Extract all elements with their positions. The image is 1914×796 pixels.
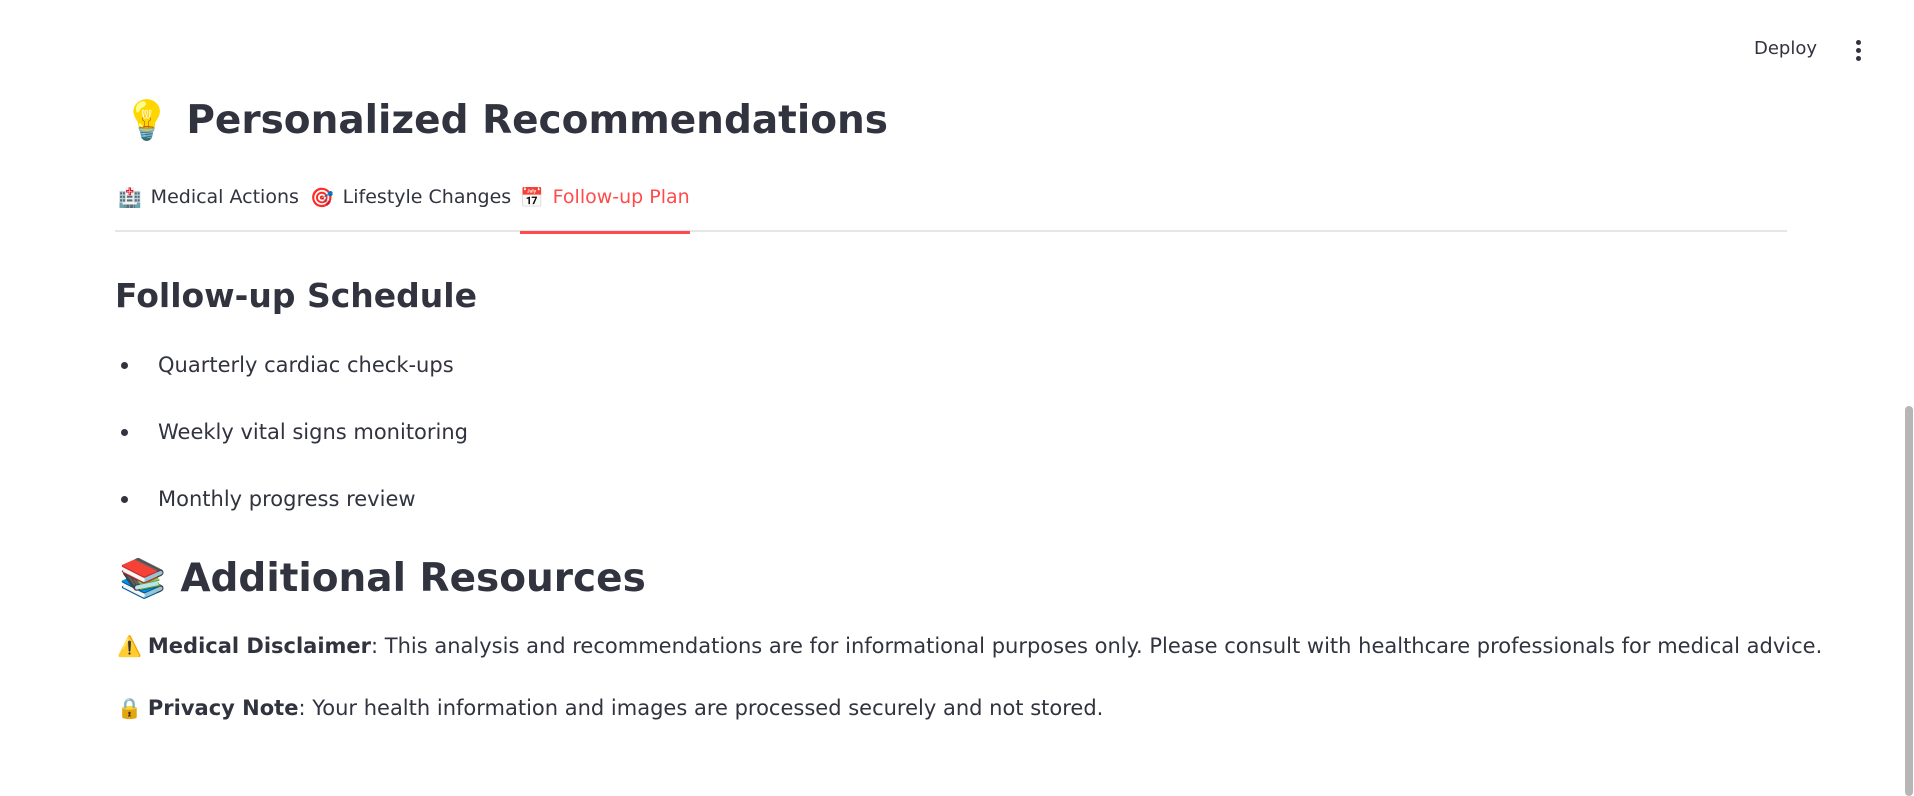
deploy-button[interactable]: Deploy: [1754, 38, 1817, 59]
privacy-label: Privacy Note: [147, 696, 299, 720]
tab-label: Medical Actions: [150, 186, 299, 208]
lock-icon: 🔒: [117, 696, 142, 720]
follow-up-list: Quarterly cardiac check-ups Weekly vital…: [115, 350, 468, 551]
list-item: Weekly vital signs monitoring: [115, 417, 468, 484]
tab-bar: 🏥 Medical Actions 🎯 Lifestyle Changes 📅 …: [115, 178, 1787, 234]
page-title-text: Personalized Recommendations: [186, 98, 888, 143]
privacy-note: 🔒 Privacy Note: Your health information a…: [117, 696, 1103, 720]
tab-medical-actions[interactable]: 🏥 Medical Actions: [118, 186, 299, 232]
list-item: Quarterly cardiac check-ups: [115, 350, 468, 417]
follow-up-schedule-heading: Follow-up Schedule: [115, 276, 477, 315]
disclaimer-label: Medical Disclaimer: [147, 634, 372, 658]
medical-disclaimer: ⚠️ Medical Disclaimer: This analysis and …: [117, 634, 1822, 658]
hospital-icon: 🏥: [118, 187, 142, 209]
warning-icon: ⚠️: [117, 634, 142, 658]
tab-lifestyle-changes[interactable]: 🎯 Lifestyle Changes: [310, 186, 511, 232]
light-bulb-icon: 💡: [123, 98, 171, 142]
books-icon: 📚: [119, 556, 167, 600]
privacy-text: : Your health information and images are…: [298, 696, 1104, 720]
app-header: Deploy: [0, 0, 1914, 100]
calendar-icon: 📅: [520, 187, 544, 209]
target-icon: 🎯: [310, 187, 334, 209]
vertical-ellipsis-icon[interactable]: [1852, 40, 1864, 62]
tab-label: Follow-up Plan: [552, 186, 690, 208]
additional-resources-text: Additional Resources: [180, 556, 646, 601]
scrollbar-thumb[interactable]: [1905, 406, 1913, 796]
disclaimer-text: : This analysis and recommendations are …: [371, 634, 1823, 658]
additional-resources-heading: 📚 Additional Resources: [119, 556, 646, 601]
tab-follow-up-plan[interactable]: 📅 Follow-up Plan: [520, 186, 690, 234]
list-item: Monthly progress review: [115, 484, 468, 551]
page-title: 💡 Personalized Recommendations: [123, 98, 888, 143]
tab-label: Lifestyle Changes: [342, 186, 512, 208]
